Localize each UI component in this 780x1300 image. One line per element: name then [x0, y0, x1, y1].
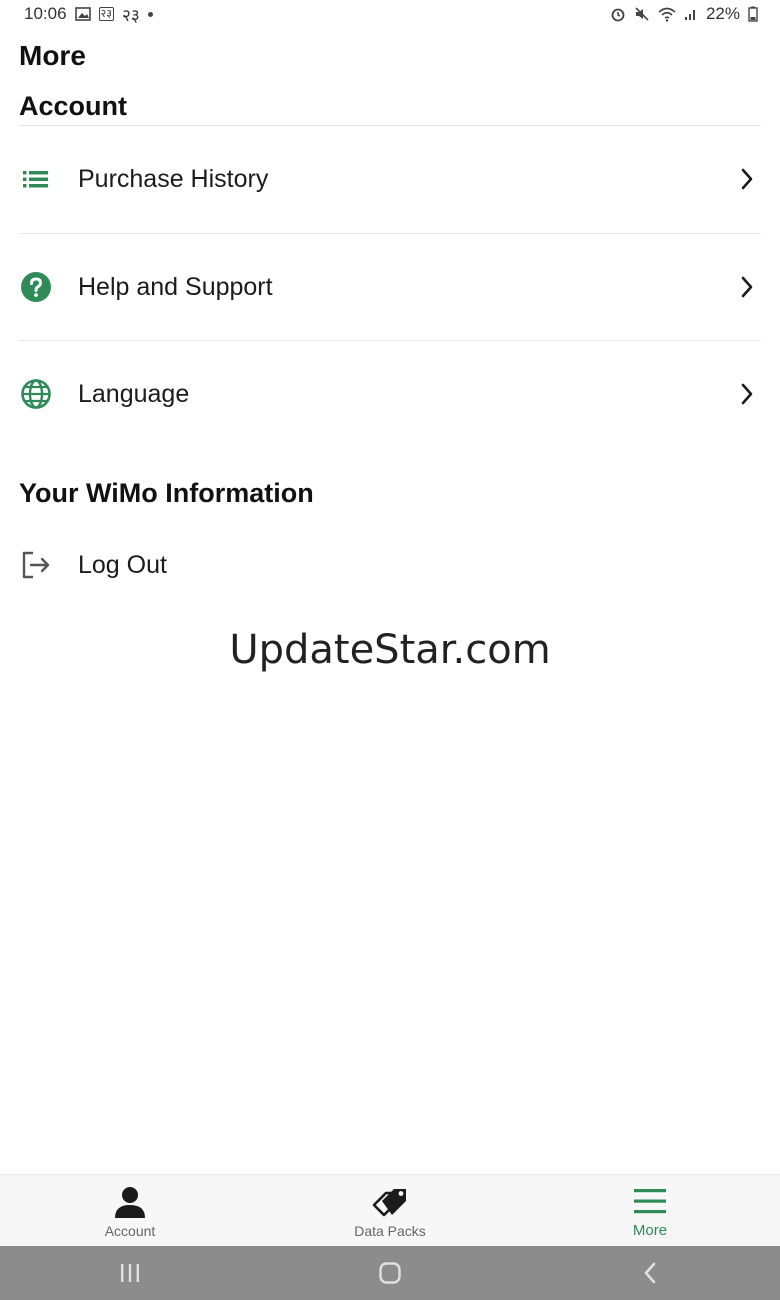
wifi-icon: [658, 7, 676, 22]
status-bar-left: 10:06 २३ २३: [24, 3, 153, 26]
status-bar: 10:06 २३ २३ 22%: [0, 0, 780, 28]
menu-icon: [633, 1183, 667, 1219]
menu-item-label: Purchase History: [78, 164, 269, 193]
alarm-icon: [611, 8, 625, 22]
chevron-right-icon: [735, 275, 759, 299]
section-title-account: Account: [19, 91, 127, 121]
nav-item-more[interactable]: More: [520, 1175, 780, 1247]
chevron-right-icon: [735, 167, 759, 191]
logout-icon: [19, 548, 53, 582]
menu-item-purchase-history[interactable]: Purchase History: [19, 149, 761, 209]
help-circle-icon: [19, 270, 53, 304]
notification-badge-icon: २३: [98, 7, 114, 21]
nav-label: More: [632, 1222, 668, 1239]
menu-item-label: Log Out: [78, 550, 167, 579]
divider: [19, 125, 761, 126]
globe-icon: [19, 377, 53, 411]
chevron-right-icon: [735, 382, 759, 406]
nav-item-data-packs[interactable]: Data Packs: [260, 1175, 520, 1247]
recent-apps-button[interactable]: [100, 1253, 160, 1293]
divider: [19, 233, 761, 234]
back-icon: [644, 1262, 656, 1284]
nav-label: Account: [104, 1222, 156, 1239]
menu-item-language[interactable]: Language: [19, 364, 761, 424]
status-text: २३: [122, 5, 140, 25]
mute-icon: [635, 7, 649, 21]
menu-item-help-and-support[interactable]: Help and Support: [19, 257, 761, 317]
image-icon: [74, 7, 91, 21]
system-nav-bar: [0, 1246, 780, 1300]
home-button[interactable]: [360, 1253, 420, 1293]
section-title-wimo-information: Your WiMo Information: [19, 478, 314, 508]
menu-item-log-out[interactable]: Log Out: [19, 535, 761, 595]
battery-percent: 22%: [705, 4, 740, 23]
bottom-nav: Account Data Packs More: [0, 1174, 780, 1247]
divider: [19, 340, 761, 341]
signal-icon: [684, 10, 695, 20]
home-icon: [379, 1262, 401, 1284]
battery-icon: [748, 6, 758, 22]
status-time: 10:06: [24, 4, 67, 23]
status-bar-right: 22%: [610, 4, 758, 24]
watermark-text: UpdateStar.com: [229, 627, 551, 673]
notification-dot-icon: [147, 11, 153, 17]
tags-icon: [371, 1184, 409, 1220]
nav-label: Data Packs: [354, 1222, 426, 1239]
page-title: More: [19, 40, 86, 71]
recent-apps-icon: [121, 1264, 139, 1282]
menu-item-label: Language: [78, 379, 190, 408]
list-icon: [19, 162, 53, 196]
person-icon: [113, 1184, 147, 1220]
nav-item-account[interactable]: Account: [0, 1175, 260, 1247]
menu-item-label: Help and Support: [78, 272, 273, 301]
back-button[interactable]: [620, 1253, 680, 1293]
